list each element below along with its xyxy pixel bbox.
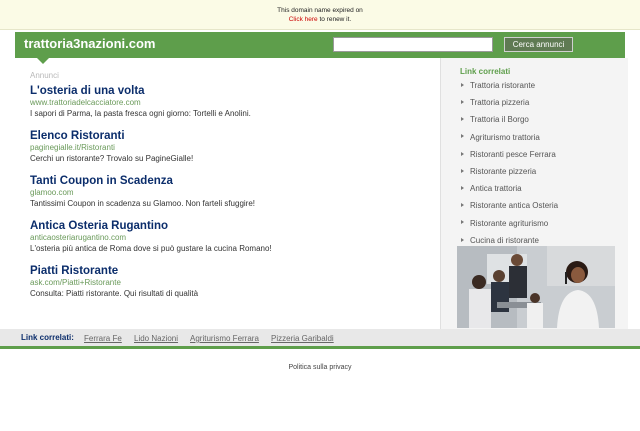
annunci-label: Annunci <box>30 71 59 80</box>
search-button[interactable]: Cerca annunci <box>504 37 573 52</box>
sidebar-link-label: Agriturismo trattoria <box>470 132 540 142</box>
sidebar-link[interactable]: Trattoria il Borgo <box>461 111 558 128</box>
triangle-bullet-icon <box>461 82 464 87</box>
domain-expired-notice: This domain name expired on Click here t… <box>0 0 640 30</box>
triangle-bullet-icon <box>461 237 464 242</box>
sidebar-link[interactable]: Ristoranti pesce Ferrara <box>461 146 558 163</box>
related-link[interactable]: Lido Nazioni <box>134 334 178 343</box>
triangle-bullet-icon <box>461 220 464 225</box>
ad-item: Tanti Coupon in Scadenza glamoo.com Tant… <box>30 174 430 209</box>
sidebar-link-label: Trattoria pizzeria <box>470 98 530 108</box>
related-link[interactable]: Pizzeria Garibaldi <box>271 334 334 343</box>
ad-url-link[interactable]: anticaosteriarugantino.com <box>30 233 430 243</box>
related-links-label: Link correlati: <box>21 333 74 342</box>
triangle-bullet-icon <box>461 100 464 105</box>
sidebar-link[interactable]: Trattoria ristorante <box>461 77 558 94</box>
notice-suffix: to renew it. <box>317 16 352 23</box>
triangle-bullet-icon <box>461 168 464 173</box>
search-input[interactable] <box>333 37 493 52</box>
ad-description: I sapori di Parma, la pasta fresca ogni … <box>30 109 251 118</box>
ads-column: Annunci L'osteria di una volta www.tratt… <box>15 64 440 329</box>
triangle-bullet-icon <box>461 203 464 208</box>
sidebar-link-list: Trattoria ristorante Trattoria pizzeria … <box>461 77 558 249</box>
header-bar: trattoria3nazioni.com Cerca annunci <box>15 32 625 64</box>
ad-url-link[interactable]: ask.com/Piatti+Ristorante <box>30 278 430 288</box>
ad-item: L'osteria di una volta www.trattoriadelc… <box>30 84 430 119</box>
notice-renew-line: Click here to renew it. <box>0 15 640 24</box>
sidebar-link-label: Antica trattoria <box>470 184 522 194</box>
ad-title-link[interactable]: L'osteria di una volta <box>30 84 430 98</box>
ad-description: Cerchi un ristorante? Trovalo su PagineG… <box>30 154 194 163</box>
sidebar-link[interactable]: Ristorante pizzeria <box>461 163 558 180</box>
triangle-bullet-icon <box>461 134 464 139</box>
ad-item: Antica Osteria Rugantino anticaosteriaru… <box>30 219 430 254</box>
sidebar-link-label: Trattoria il Borgo <box>470 115 529 125</box>
site-domain-title: trattoria3nazioni.com <box>24 36 156 51</box>
ad-title-link[interactable]: Elenco Ristoranti <box>30 129 430 143</box>
call-center-photo <box>457 246 615 328</box>
sidebar-link[interactable]: Ristorante antica Osteria <box>461 197 558 214</box>
ad-url-link[interactable]: paginegialle.it/Ristoranti <box>30 143 430 153</box>
related-link[interactable]: Ferrara Fe <box>84 334 122 343</box>
ad-url-link[interactable]: glamoo.com <box>30 188 430 198</box>
sidebar-link-label: Ristorante antica Osteria <box>470 201 559 211</box>
triangle-bullet-icon <box>461 186 464 191</box>
triangle-bullet-icon <box>461 151 464 156</box>
sidebar-link[interactable]: Trattoria pizzeria <box>461 94 558 111</box>
ad-title-link[interactable]: Tanti Coupon in Scadenza <box>30 174 430 188</box>
related-link[interactable]: Agriturismo Ferrara <box>190 334 259 343</box>
call-center-illustration <box>457 246 615 328</box>
sidebar-link-label: Cucina di ristorante <box>470 235 539 245</box>
sidebar-link-label: Ristorante agriturismo <box>470 218 549 228</box>
footer: Politica sulla privacy <box>0 364 640 371</box>
notice-text: This domain name expired on <box>277 7 363 14</box>
renew-link[interactable]: Click here <box>289 16 318 23</box>
sidebar-link-label: Trattoria ristorante <box>470 81 536 90</box>
ad-item: Elenco Ristoranti paginegialle.it/Ristor… <box>30 129 430 164</box>
ad-url-link[interactable]: www.trattoriadelcacciatore.com <box>30 98 430 108</box>
related-links-bar: Link correlati: Ferrara Fe Lido Nazioni … <box>0 329 640 349</box>
sidebar-title: Link correlati <box>460 67 511 76</box>
sidebar-link[interactable]: Antica trattoria <box>461 180 558 197</box>
ad-title-link[interactable]: Antica Osteria Rugantino <box>30 219 430 233</box>
ad-item: Piatti Ristorante ask.com/Piatti+Ristora… <box>30 264 430 299</box>
ad-description: Tantissimi Coupon in scadenza su Glamoo.… <box>30 199 255 208</box>
ad-description: L'osteria più antica de Roma dove si può… <box>30 244 272 253</box>
sidebar-link[interactable]: Agriturismo trattoria <box>461 129 558 146</box>
ad-title-link[interactable]: Piatti Ristorante <box>30 264 430 278</box>
triangle-bullet-icon <box>461 117 464 122</box>
privacy-policy-link[interactable]: Politica sulla privacy <box>288 364 351 371</box>
sidebar-link[interactable]: Ristorante agriturismo <box>461 215 558 232</box>
sidebar-link-label: Ristorante pizzeria <box>470 166 537 176</box>
ad-description: Consulta: Piatti ristorante. Qui risulta… <box>30 289 199 298</box>
sidebar-link-label: Ristoranti pesce Ferrara <box>470 149 556 159</box>
